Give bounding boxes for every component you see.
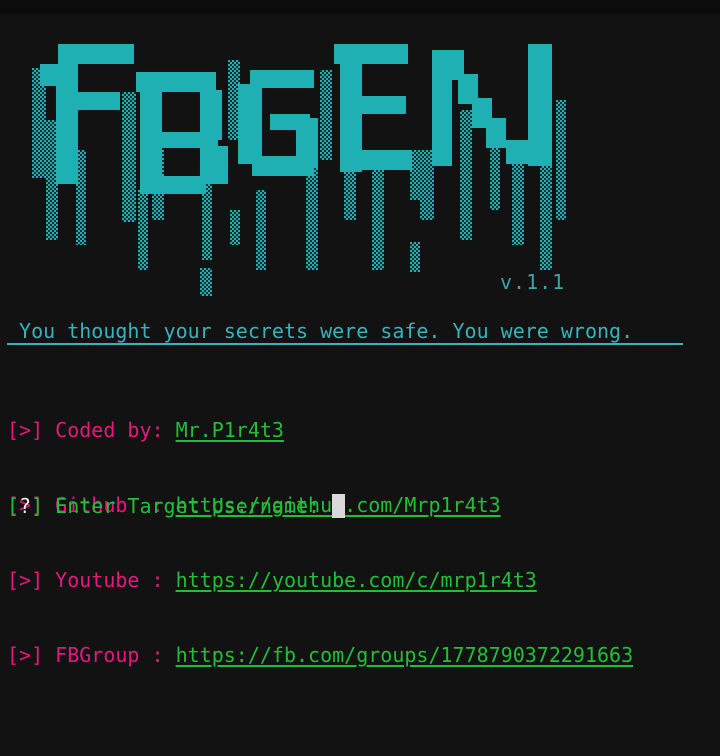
- prompt-question-mark: ?: [19, 494, 32, 518]
- prompt-close-bracket: ]: [31, 494, 44, 518]
- fbgen-ascii-logo: [32, 44, 566, 296]
- tagline: You thought your secrets were safe. You …: [7, 319, 683, 345]
- youtube-link[interactable]: https://youtube.com/c/mrp1r4t3: [176, 568, 537, 592]
- coded-by-label: Coded by:: [43, 418, 176, 442]
- version-label: v.1.1: [500, 270, 566, 294]
- youtube-label: Youtube :: [43, 568, 176, 592]
- line-prefix: [>]: [7, 418, 44, 442]
- fbgroup-label: FBGroup :: [43, 643, 176, 667]
- fbgroup-link[interactable]: https://fb.com/groups/1778790372291663: [176, 643, 634, 667]
- terminal-cursor[interactable]: [332, 494, 346, 518]
- username-prompt: [?] Enter Target Username:: [7, 494, 346, 519]
- prompt-open-bracket: [: [7, 494, 20, 518]
- prompt-text: Enter Target Username:: [43, 494, 333, 518]
- line-prefix: [>]: [7, 568, 44, 592]
- info-line-fbgroup: [>] FBGroup : https://fb.com/groups/1778…: [7, 643, 633, 668]
- info-line-coded-by: [>] Coded by: Mr.P1r4t3: [7, 418, 633, 443]
- info-lines: [>] Coded by: Mr.P1r4t3 [>] Github : htt…: [7, 368, 633, 693]
- info-line-youtube: [>] Youtube : https://youtube.com/c/mrp1…: [7, 568, 633, 593]
- author-link[interactable]: Mr.P1r4t3: [176, 418, 284, 442]
- line-prefix: [>]: [7, 643, 44, 667]
